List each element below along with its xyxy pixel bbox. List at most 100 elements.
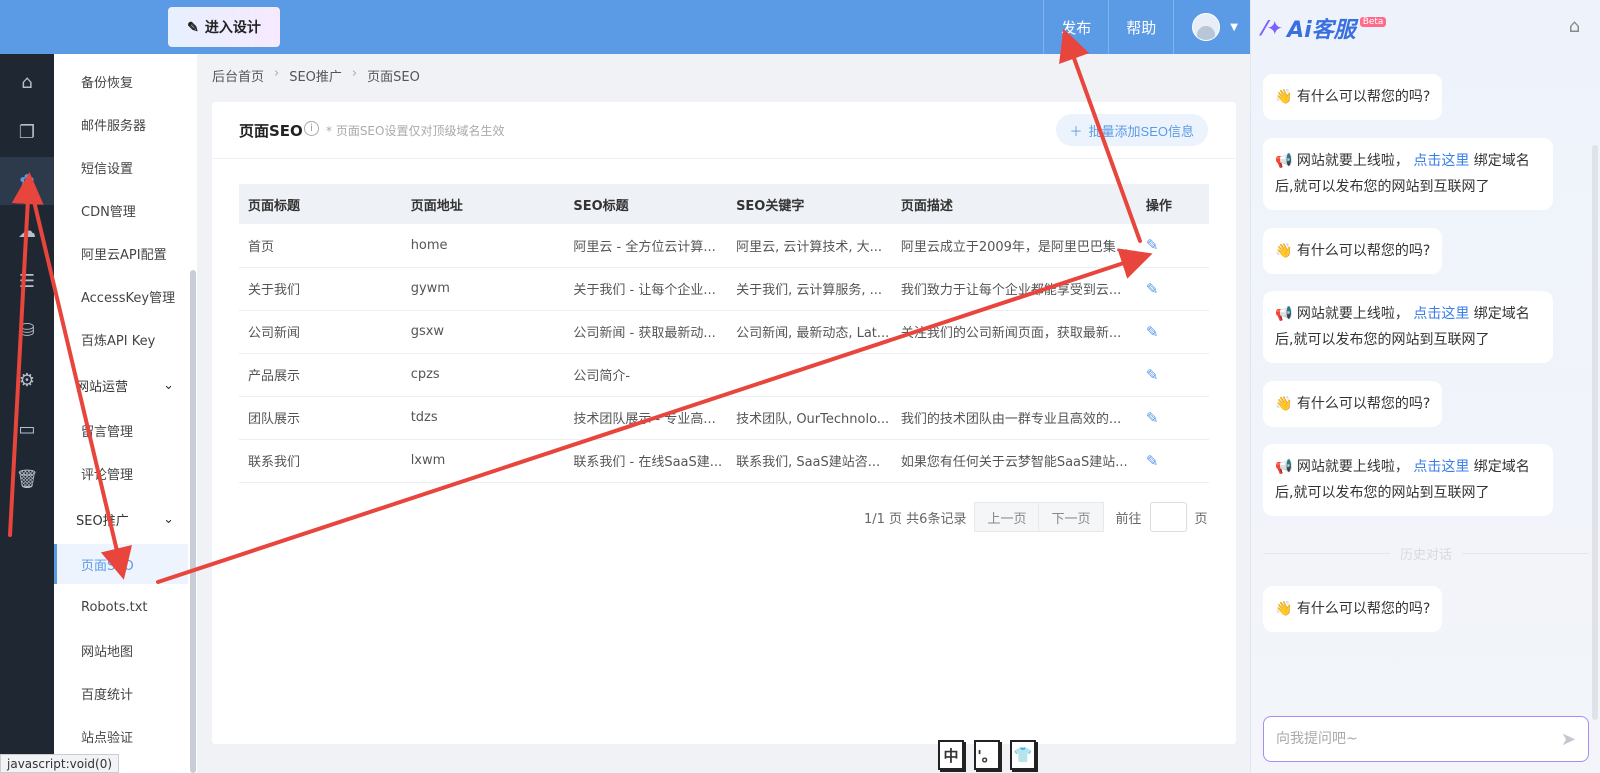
launch-text: 网站就要上线啦， [1296, 153, 1409, 169]
menu-sitemap[interactable]: 网站地图 [54, 630, 188, 670]
menu-baidu-stats[interactable]: 百度统计 [54, 673, 188, 713]
menu-bailian-key[interactable]: 百炼API Key [54, 319, 188, 359]
table-row: 首页 home 阿里云 - 全方位云计算... 阿里云, 云计算技术, 大...… [239, 224, 1209, 268]
menu-page-seo[interactable]: 页面SEO [54, 544, 188, 584]
chat-input[interactable] [1276, 731, 1561, 747]
table-header-row: 页面标题 页面地址 SEO标题 SEO关键字 页面描述 操作 [239, 184, 1209, 224]
greeting-text: 有什么可以帮您的吗? [1296, 396, 1431, 412]
edit-icon[interactable]: ✎ [1146, 366, 1159, 384]
sparkle-icon: ⁄✦ [1263, 16, 1284, 40]
edit-icon[interactable]: ✎ [1146, 280, 1159, 298]
cell: 阿里云成立于2009年，是阿里巴巴集... [891, 224, 1137, 268]
menu-messages[interactable]: 留言管理 [54, 410, 188, 450]
menu-mail-server[interactable]: 邮件服务器 [54, 104, 188, 144]
launch-text: 网站就要上线啦， [1296, 459, 1409, 475]
cell: 如果您有任何关于云梦智能SaaS建站... [891, 439, 1137, 483]
menu-site-verify[interactable]: 站点验证 [54, 716, 188, 756]
batch-add-seo-button[interactable]: ＋ 批量添加SEO信息 [1055, 114, 1208, 146]
edit-icon[interactable]: ✎ [1146, 452, 1159, 470]
terminal-icon[interactable]: ▭ [0, 405, 54, 453]
cell: 关于我们 - 让每个企业... [564, 267, 728, 311]
col-page-url: 页面地址 [401, 184, 565, 224]
cell: ✎ [1136, 267, 1209, 311]
menu-backup[interactable]: 备份恢复 [54, 61, 188, 101]
menu-cdn[interactable]: CDN管理 [54, 190, 188, 230]
chat-bubble: 📢 网站就要上线啦， 点击这里 绑定域名后,就可以发布您的网站到互联网了 [1263, 444, 1553, 516]
cell: 我们致力于让每个企业都能享受到云... [891, 267, 1137, 311]
chat-icon[interactable]: ☁ [0, 207, 54, 255]
status-url: javascript:void(0) [0, 754, 120, 773]
cell: 技术团队, OurTechnolo... [727, 396, 892, 440]
info-icon[interactable]: i [304, 121, 319, 136]
chat-bubble: 📢 网站就要上线啦， 点击这里 绑定域名后,就可以发布您的网站到互联网了 [1263, 291, 1553, 363]
home-icon[interactable]: ⌂ [0, 58, 54, 106]
page-label: 页 [1194, 511, 1208, 527]
chevron-right-icon: › [351, 66, 358, 81]
publish-button[interactable]: 发布 [1043, 0, 1108, 54]
send-icon[interactable]: ➤ [1561, 729, 1576, 750]
breadcrumb: 后台首页 › SEO推广 › 页面SEO [212, 66, 420, 85]
pages-icon[interactable]: ❐ [0, 108, 54, 156]
menu-robots[interactable]: Robots.txt [54, 587, 188, 627]
chat-scrollbar[interactable] [1592, 145, 1598, 720]
click-here-link[interactable]: 点击这里 [1413, 306, 1469, 322]
settings-cloud-icon[interactable]: ✿ [0, 157, 54, 205]
beta-badge: Beta [1359, 17, 1387, 27]
shop-icon[interactable]: ⛁ [0, 306, 54, 354]
ime-punct-toggle[interactable]: '。 [974, 740, 1000, 770]
ime-chinese-toggle[interactable]: 中 [938, 740, 964, 770]
menu-group-seo[interactable]: SEO推广 ⌄ [54, 499, 188, 539]
card-tip: * 页面SEO设置仅对顶级域名生效 [326, 124, 505, 138]
cell: 我们的技术团队由一群专业且高效的... [891, 396, 1137, 440]
ai-logo: Ai客服 [1287, 18, 1356, 43]
greeting-text: 有什么可以帮您的吗? [1296, 89, 1431, 105]
trash-icon[interactable]: 🗑 [0, 455, 54, 503]
chat-bubble: 👋 有什么可以帮您的吗? [1263, 74, 1443, 120]
menu-comments[interactable]: 评论管理 [54, 453, 188, 493]
cell: ✎ [1136, 310, 1209, 354]
cell: ✎ [1136, 396, 1209, 440]
cell: home [401, 224, 565, 268]
cell: 关注我们的公司新闻页面，获取最新... [891, 310, 1137, 354]
menu-aliyun-api[interactable]: 阿里云API配置 [54, 233, 188, 273]
basket-icon[interactable]: ⌂ [1569, 16, 1580, 37]
chat-bubble: 👋 有什么可以帮您的吗? [1263, 228, 1443, 274]
cell: ✎ [1136, 353, 1209, 397]
chat-input-box: ➤ [1263, 716, 1589, 762]
edit-icon[interactable]: ✎ [1146, 323, 1159, 341]
top-bar: ✎ 进入设计 发布 帮助 ▼ [0, 0, 1250, 54]
breadcrumb-seo[interactable]: SEO推广 [289, 66, 342, 85]
col-seo-title: SEO标题 [564, 184, 728, 224]
cell: 联系我们 - 在线SaaS建... [564, 439, 728, 483]
breadcrumb-home[interactable]: 后台首页 [212, 66, 264, 85]
cell: tdzs [401, 396, 565, 440]
menu-sms[interactable]: 短信设置 [54, 147, 188, 187]
history-divider: 历史对话 [1263, 544, 1589, 563]
edit-icon[interactable]: ✎ [1146, 236, 1159, 254]
page-number-input[interactable] [1149, 502, 1187, 532]
ime-skin-icon[interactable]: 👕 [1010, 740, 1036, 770]
logo-area [0, 0, 158, 54]
help-button[interactable]: 帮助 [1108, 0, 1173, 54]
gear-icon[interactable]: ⚙ [0, 356, 54, 404]
caret-down-icon[interactable]: ▼ [1230, 22, 1238, 33]
edit-icon[interactable]: ✎ [1146, 409, 1159, 427]
enter-design-button[interactable]: ✎ 进入设计 [168, 7, 280, 47]
cell: 公司新闻, 最新动态, Lat... [727, 310, 892, 354]
user-menu[interactable]: ▼ [1173, 0, 1250, 54]
click-here-link[interactable]: 点击这里 [1413, 153, 1469, 169]
col-page-title: 页面标题 [239, 184, 402, 224]
prev-page-button[interactable]: 上一页 [974, 502, 1040, 532]
click-here-link[interactable]: 点击这里 [1413, 459, 1469, 475]
cell: 关于我们, 云计算服务, ... [727, 267, 892, 311]
list-icon[interactable]: ☰ [0, 257, 54, 305]
ai-header: ⁄✦ Ai客服 Beta [1263, 12, 1387, 44]
page-seo-card: 页面SEO i * 页面SEO设置仅对顶级域名生效 ＋ 批量添加SEO信息 页面… [212, 102, 1236, 744]
cell: ✎ [1136, 224, 1209, 268]
avatar[interactable] [1192, 13, 1221, 41]
menu-group-ops[interactable]: 网站运营 ⌄ [54, 365, 188, 405]
menu-accesskey[interactable]: AccessKey管理 [54, 276, 188, 316]
submenu-scrollbar[interactable] [190, 270, 196, 773]
cell: 公司新闻 [239, 310, 402, 354]
next-page-button[interactable]: 下一页 [1038, 502, 1104, 532]
